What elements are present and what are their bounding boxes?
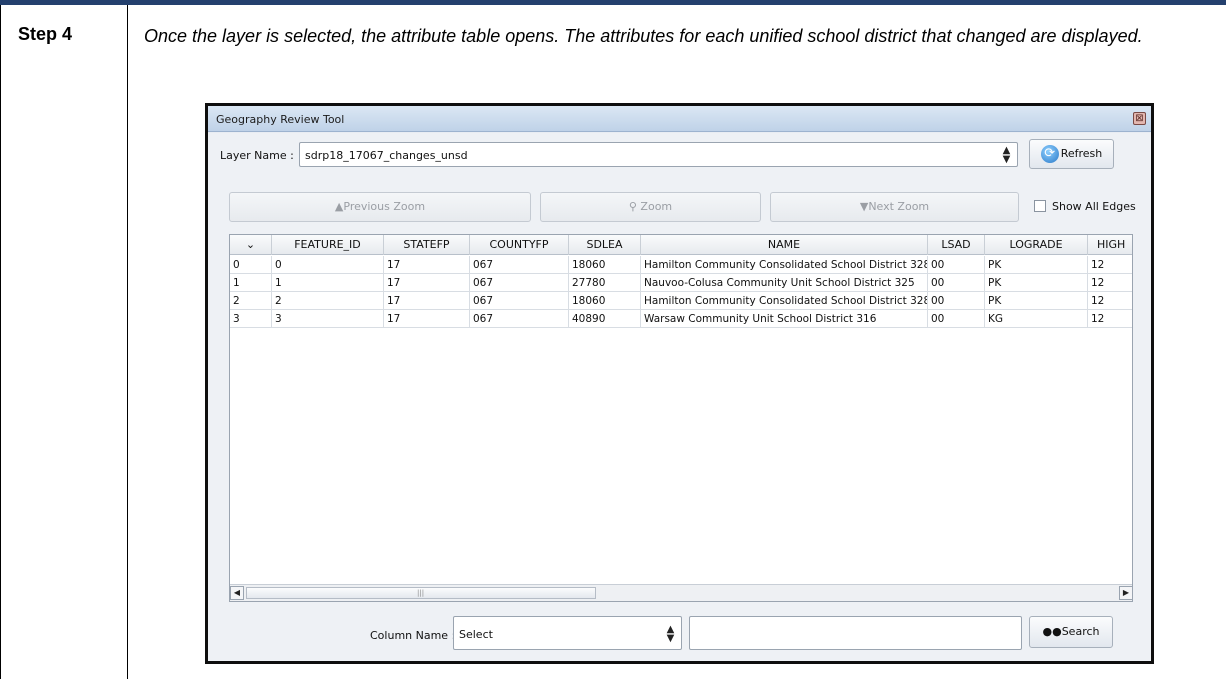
cell-lsad: 00	[928, 256, 985, 274]
column-header[interactable]: LOGRADE	[985, 235, 1088, 255]
column-name-value: Select	[459, 628, 493, 641]
show-all-edges-checkbox[interactable]	[1034, 200, 1046, 212]
table-row[interactable]: 2 2 17 067 18060 Hamilton Community Cons…	[230, 292, 1132, 310]
attribute-table[interactable]: ⌄ FEATURE_ID STATEFP COUNTYFP SDLEA NAME…	[229, 234, 1133, 602]
column-header[interactable]: COUNTYFP	[470, 235, 569, 255]
row-index: 2	[230, 292, 272, 310]
window-title: Geography Review Tool	[216, 113, 345, 126]
scrollbar-thumb[interactable]: |||	[246, 587, 596, 599]
cell-statefp: 17	[384, 292, 470, 310]
cell-lograde: KG	[985, 310, 1088, 328]
refresh-label: Refresh	[1060, 147, 1103, 160]
refresh-button[interactable]: ⟳ Refresh	[1029, 139, 1114, 169]
layer-name-label: Layer Name :	[220, 149, 294, 162]
cell-name: Hamilton Community Consolidated School D…	[641, 292, 928, 310]
cell-statefp: 17	[384, 256, 470, 274]
previous-zoom-button[interactable]: ▲Previous Zoom	[229, 192, 531, 222]
cell-sdlea: 18060	[569, 292, 641, 310]
layer-name-value: sdrp18_17067_changes_unsd	[305, 149, 468, 162]
grip-icon: |||	[417, 589, 425, 597]
row-index: 1	[230, 274, 272, 292]
column-header[interactable]: SDLEA	[569, 235, 641, 255]
cell-statefp: 17	[384, 310, 470, 328]
cell-higrade: 12	[1088, 274, 1132, 292]
cell-feature-id: 0	[272, 256, 384, 274]
cell-lograde: PK	[985, 292, 1088, 310]
cell-lsad: 00	[928, 310, 985, 328]
column-name-select[interactable]: Select ▲ ▼	[453, 616, 682, 650]
row-index: 3	[230, 310, 272, 328]
binoculars-icon: ●●	[1042, 625, 1062, 638]
cell-name: Warsaw Community Unit School District 31…	[641, 310, 928, 328]
scroll-left-icon[interactable]: ◀	[230, 586, 244, 600]
cell-name: Hamilton Community Consolidated School D…	[641, 256, 928, 274]
zoom-button[interactable]: ⚲ Zoom	[540, 192, 761, 222]
cell-sdlea: 40890	[569, 310, 641, 328]
spinner-arrows-icon: ▲ ▼	[1002, 145, 1011, 165]
column-header[interactable]: HIGH	[1088, 235, 1132, 255]
cell-feature-id: 3	[272, 310, 384, 328]
cell-countyfp: 067	[470, 292, 569, 310]
table-border-middle	[127, 5, 128, 679]
refresh-icon: ⟳	[1040, 145, 1059, 163]
window-body: Layer Name : sdrp18_17067_changes_unsd ▲…	[208, 133, 1151, 661]
zoom-label: Zoom	[640, 200, 673, 213]
cell-higrade: 12	[1088, 292, 1132, 310]
step-instruction: Once the layer is selected, the attribut…	[144, 26, 1143, 46]
window-titlebar: Geography Review Tool ⊠	[208, 106, 1151, 132]
previous-zoom-label: Previous Zoom	[343, 200, 426, 213]
magnifier-icon: ⚲	[628, 200, 637, 213]
cell-higrade: 12	[1088, 256, 1132, 274]
cell-feature-id: 2	[272, 292, 384, 310]
next-zoom-button[interactable]: ▼Next Zoom	[770, 192, 1019, 222]
cell-statefp: 17	[384, 274, 470, 292]
row-index: 0	[230, 256, 272, 274]
column-name-label: Column Name :	[370, 629, 456, 642]
cell-sdlea: 27780	[569, 274, 641, 292]
cell-countyfp: 067	[470, 310, 569, 328]
chevron-down-icon[interactable]: ⌄	[230, 235, 272, 255]
cell-feature-id: 1	[272, 274, 384, 292]
table-border-left	[0, 5, 1, 679]
table-row[interactable]: 0 0 17 067 18060 Hamilton Community Cons…	[230, 256, 1132, 274]
close-icon[interactable]: ⊠	[1133, 112, 1146, 125]
cell-higrade: 12	[1088, 310, 1132, 328]
column-header[interactable]: LSAD	[928, 235, 985, 255]
cell-countyfp: 067	[470, 256, 569, 274]
cell-lograde: PK	[985, 274, 1088, 292]
cell-countyfp: 067	[470, 274, 569, 292]
show-all-edges-label: Show All Edges	[1052, 200, 1136, 213]
cell-lsad: 00	[928, 274, 985, 292]
cell-lograde: PK	[985, 256, 1088, 274]
scroll-right-icon[interactable]: ▶	[1119, 586, 1132, 600]
table-row[interactable]: 1 1 17 067 27780 Nauvoo-Colusa Community…	[230, 274, 1132, 292]
column-header[interactable]: NAME	[641, 235, 928, 255]
table-header: ⌄ FEATURE_ID STATEFP COUNTYFP SDLEA NAME…	[230, 235, 1132, 255]
column-header[interactable]: STATEFP	[384, 235, 470, 255]
document-top-border	[0, 0, 1226, 5]
search-label: Search	[1061, 625, 1100, 638]
cell-name: Nauvoo-Colusa Community Unit School Dist…	[641, 274, 928, 292]
spinner-arrows-icon: ▲ ▼	[666, 624, 675, 644]
next-zoom-label: Next Zoom	[868, 200, 930, 213]
layer-name-select[interactable]: sdrp18_17067_changes_unsd ▲ ▼	[299, 142, 1018, 167]
search-button[interactable]: ●●Search	[1029, 616, 1113, 648]
search-input[interactable]	[689, 616, 1022, 650]
table-row[interactable]: 3 3 17 067 40890 Warsaw Community Unit S…	[230, 310, 1132, 328]
cell-sdlea: 18060	[569, 256, 641, 274]
cell-lsad: 00	[928, 292, 985, 310]
column-header[interactable]: FEATURE_ID	[272, 235, 384, 255]
horizontal-scrollbar[interactable]: ◀ ||| ▶	[230, 584, 1132, 601]
geography-review-tool-window: Geography Review Tool ⊠ Layer Name : sdr…	[205, 103, 1154, 664]
step-label: Step 4	[18, 24, 73, 44]
